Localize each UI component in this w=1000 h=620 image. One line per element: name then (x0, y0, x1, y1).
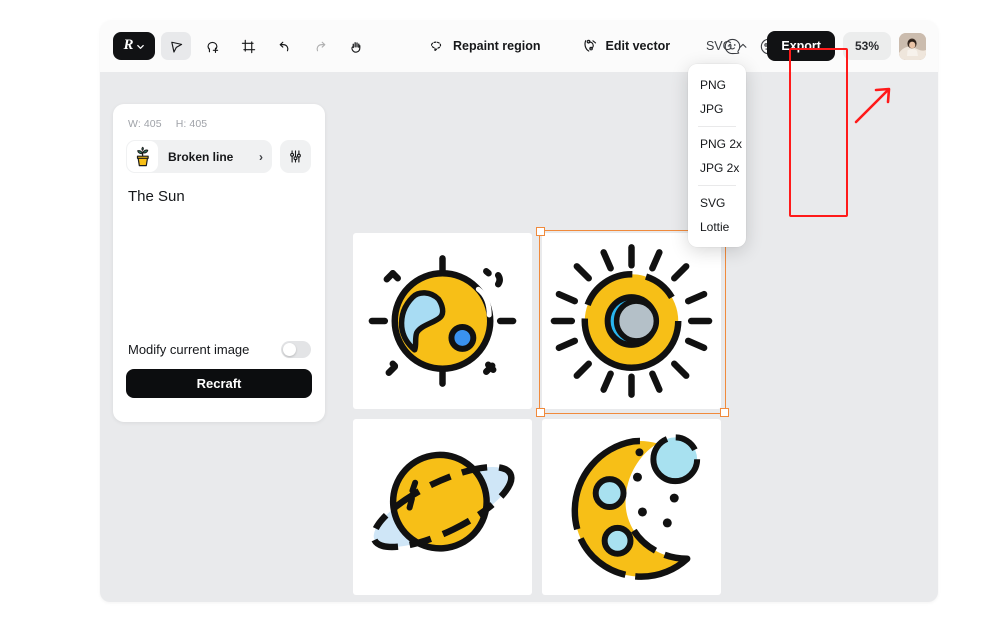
moon-artwork (571, 434, 701, 580)
dropdown-separator (698, 185, 736, 186)
planet-artwork (370, 451, 515, 552)
export-button[interactable]: Export (767, 31, 835, 61)
avatar-photo (899, 32, 926, 60)
app-window: R Repaint region Edit vector SVG Export … (100, 20, 938, 602)
recraft-button[interactable]: Recraft (126, 369, 312, 398)
resize-handle-bottom-left[interactable] (536, 408, 545, 417)
format-option-png[interactable]: PNG (688, 73, 746, 97)
style-name: Broken line (168, 149, 234, 164)
undo-arrow-icon (279, 41, 288, 51)
toolbar-left-group: R (100, 32, 371, 60)
screenshot-root: R Repaint region Edit vector SVG Export … (0, 0, 1000, 620)
format-option-png-2x[interactable]: PNG 2x (688, 132, 746, 156)
image-gallery (353, 227, 729, 604)
prompt-text[interactable]: The Sun (113, 173, 325, 207)
modify-current-image-label: Modify current image (128, 342, 250, 357)
edit-vector-button[interactable]: Edit vector (572, 32, 680, 60)
edit-vector-label: Edit vector (605, 39, 671, 53)
style-row: Broken line › (113, 130, 325, 173)
modify-current-image-row: Modify current image (128, 341, 311, 358)
zoom-level-badge[interactable]: 53% (842, 32, 891, 60)
sliders-icon (290, 150, 301, 163)
logo-mark: R (123, 36, 134, 53)
export-format-select[interactable]: SVG (695, 33, 759, 59)
avatar[interactable] (899, 32, 926, 60)
image-sun-ring[interactable] (542, 233, 721, 409)
image-sun-crescent-shadow[interactable] (353, 233, 532, 409)
width-value: W: 405 (128, 118, 162, 130)
lasso-add-tool[interactable] (197, 32, 227, 60)
format-option-jpg[interactable]: JPG (688, 97, 746, 121)
repaint-region-icon (431, 41, 442, 53)
canvas-area[interactable]: W: 405 H: 405 Broken line › The Sun Modi… (100, 72, 938, 602)
style-selector[interactable]: Broken line › (126, 140, 272, 173)
cursor-select-tool[interactable] (161, 32, 191, 60)
format-option-jpg-2x[interactable]: JPG 2x (688, 156, 746, 180)
redo-arrow-icon (316, 41, 325, 51)
export-format-value: SVG (705, 39, 733, 53)
chevron-down-icon (136, 44, 144, 49)
cursor-arrow-icon (170, 41, 182, 53)
toolbar: R Repaint region Edit vector SVG Export … (100, 20, 938, 72)
format-option-lottie[interactable]: Lottie (688, 215, 746, 239)
height-value: H: 405 (175, 118, 208, 130)
style-thumbnail (127, 141, 158, 172)
chevron-up-icon (739, 43, 747, 48)
redo-tool[interactable] (305, 32, 335, 60)
dimensions-row: W: 405 H: 405 (113, 104, 325, 130)
sun-ring-artwork (550, 244, 713, 398)
crop-frame-icon (241, 39, 255, 53)
edit-vector-icon (583, 39, 596, 52)
image-planet-saturn[interactable] (353, 419, 532, 595)
lasso-plus-icon (206, 41, 218, 53)
format-option-svg[interactable]: SVG (688, 191, 746, 215)
potted-plant-icon (136, 146, 149, 166)
repaint-region-button[interactable]: Repaint region (419, 32, 550, 60)
style-settings-button[interactable] (280, 140, 311, 173)
hand-icon (350, 41, 360, 53)
toggle-knob (283, 343, 296, 356)
resize-handle-bottom-right[interactable] (720, 408, 729, 417)
app-logo-button[interactable]: R (113, 32, 155, 60)
image-crescent-moon[interactable] (542, 419, 721, 595)
modify-current-image-toggle[interactable] (281, 341, 311, 358)
hand-pan-tool[interactable] (341, 32, 371, 60)
sun-crescent-artwork (368, 255, 517, 387)
crop-frame-tool[interactable] (233, 32, 263, 60)
export-format-dropdown[interactable]: PNG JPG PNG 2x JPG 2x SVG Lottie (688, 64, 746, 247)
dropdown-separator (698, 126, 736, 127)
chevron-right-icon: › (259, 149, 263, 164)
generation-panel: W: 405 H: 405 Broken line › The Sun Modi… (113, 104, 325, 422)
undo-tool[interactable] (269, 32, 299, 60)
repaint-region-label: Repaint region (453, 39, 541, 53)
